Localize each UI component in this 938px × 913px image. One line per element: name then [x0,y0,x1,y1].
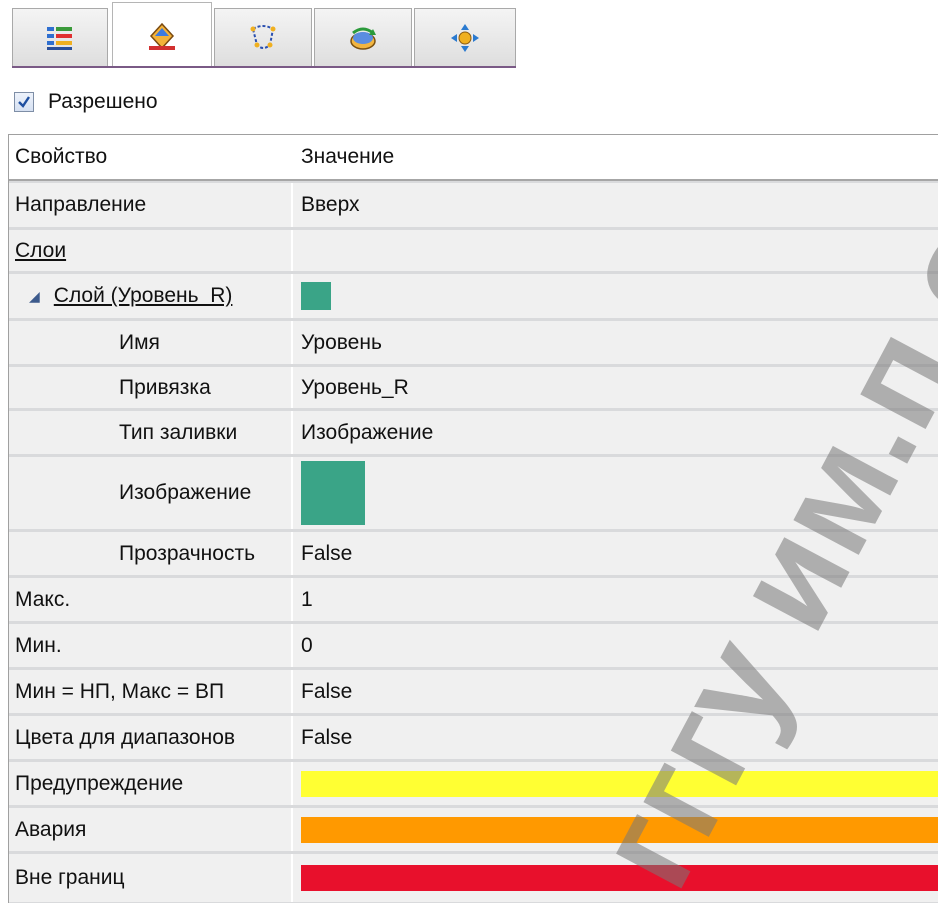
row-value[interactable]: 1 [293,578,938,621]
out-of-range-color-bar [301,865,938,891]
row-alarm[interactable]: Авария [9,808,938,854]
row-name: Изображение [9,457,293,529]
row-value[interactable]: Уровень_R [293,367,938,408]
row-value[interactable] [293,808,938,851]
row-layer-name[interactable]: Имя Уровень [9,321,938,367]
fill-style-icon [149,22,175,50]
row-name: Цвета для диапазонов [9,716,293,759]
tab-underline [12,66,516,68]
rotate-icon [350,27,376,50]
row-name: Предупреждение [9,762,293,805]
image-preview-swatch [301,461,365,525]
row-value[interactable] [293,230,938,271]
row-name: Вне границ [9,854,293,902]
header-property: Свойство [9,135,293,179]
tab-rotate[interactable] [314,8,412,66]
row-value[interactable]: False [293,532,938,575]
layers-link[interactable]: Слои [15,239,66,263]
layer-link[interactable]: Слой (Уровень_R) [54,284,233,308]
move-icon [451,23,479,52]
row-value[interactable] [293,762,938,805]
row-binding[interactable]: Привязка Уровень_R [9,367,938,411]
row-name: Прозрачность [9,532,293,575]
row-min[interactable]: Мин. 0 [9,624,938,670]
row-out-of-range[interactable]: Вне границ [9,854,938,902]
tab-shape[interactable] [214,8,312,66]
row-name: Макс. [9,578,293,621]
row-value[interactable]: Уровень [293,321,938,364]
tab-move[interactable] [414,8,516,66]
tab-fill[interactable] [112,2,212,68]
row-layer[interactable]: ◢ Слой (Уровень_R) [9,274,938,321]
row-max[interactable]: Макс. 1 [9,578,938,624]
row-value[interactable] [293,854,938,902]
row-name: Направление [9,183,293,227]
row-range-colors[interactable]: Цвета для диапазонов False [9,716,938,762]
row-value[interactable]: False [293,670,938,713]
row-name: Тип заливки [9,411,293,454]
row-value[interactable]: Вверх [293,183,938,227]
row-fill-type[interactable]: Тип заливки Изображение [9,411,938,457]
row-value[interactable] [293,457,938,529]
row-min-max-limits[interactable]: Мин = НП, Макс = ВП False [9,670,938,716]
row-value[interactable]: 0 [293,624,938,667]
row-name: Имя [9,321,293,364]
row-name: Мин = НП, Макс = ВП [9,670,293,713]
header-value: Значение [293,135,938,179]
shape-outline-icon [250,24,276,49]
row-direction[interactable]: Направление Вверх [9,183,938,230]
property-grid: Свойство Значение Направление Вверх Слои… [8,134,938,903]
enabled-label: Разрешено [48,90,158,113]
row-transparency[interactable]: Прозрачность False [9,532,938,578]
enabled-checkbox[interactable] [14,92,34,112]
row-value[interactable]: False [293,716,938,759]
check-icon [18,96,30,108]
alarm-color-bar [301,816,938,843]
row-warning[interactable]: Предупреждение [9,762,938,808]
tab-bar [0,0,938,70]
row-value[interactable]: Изображение [293,411,938,454]
row-value[interactable] [293,274,938,318]
row-name: Слои [9,230,293,271]
row-name: ◢ Слой (Уровень_R) [9,274,293,318]
grid-header: Свойство Значение [9,135,938,181]
collapse-triangle-icon[interactable]: ◢ [29,288,40,305]
tab-list[interactable] [12,8,108,66]
row-name: Привязка [9,367,293,408]
row-name: Мин. [9,624,293,667]
list-icon [47,26,72,50]
enabled-row[interactable]: Разрешено [14,86,158,118]
warning-color-bar [301,770,938,797]
row-layers[interactable]: Слои [9,230,938,274]
layer-color-swatch [301,282,331,310]
row-name: Авария [9,808,293,851]
row-image[interactable]: Изображение [9,457,938,532]
